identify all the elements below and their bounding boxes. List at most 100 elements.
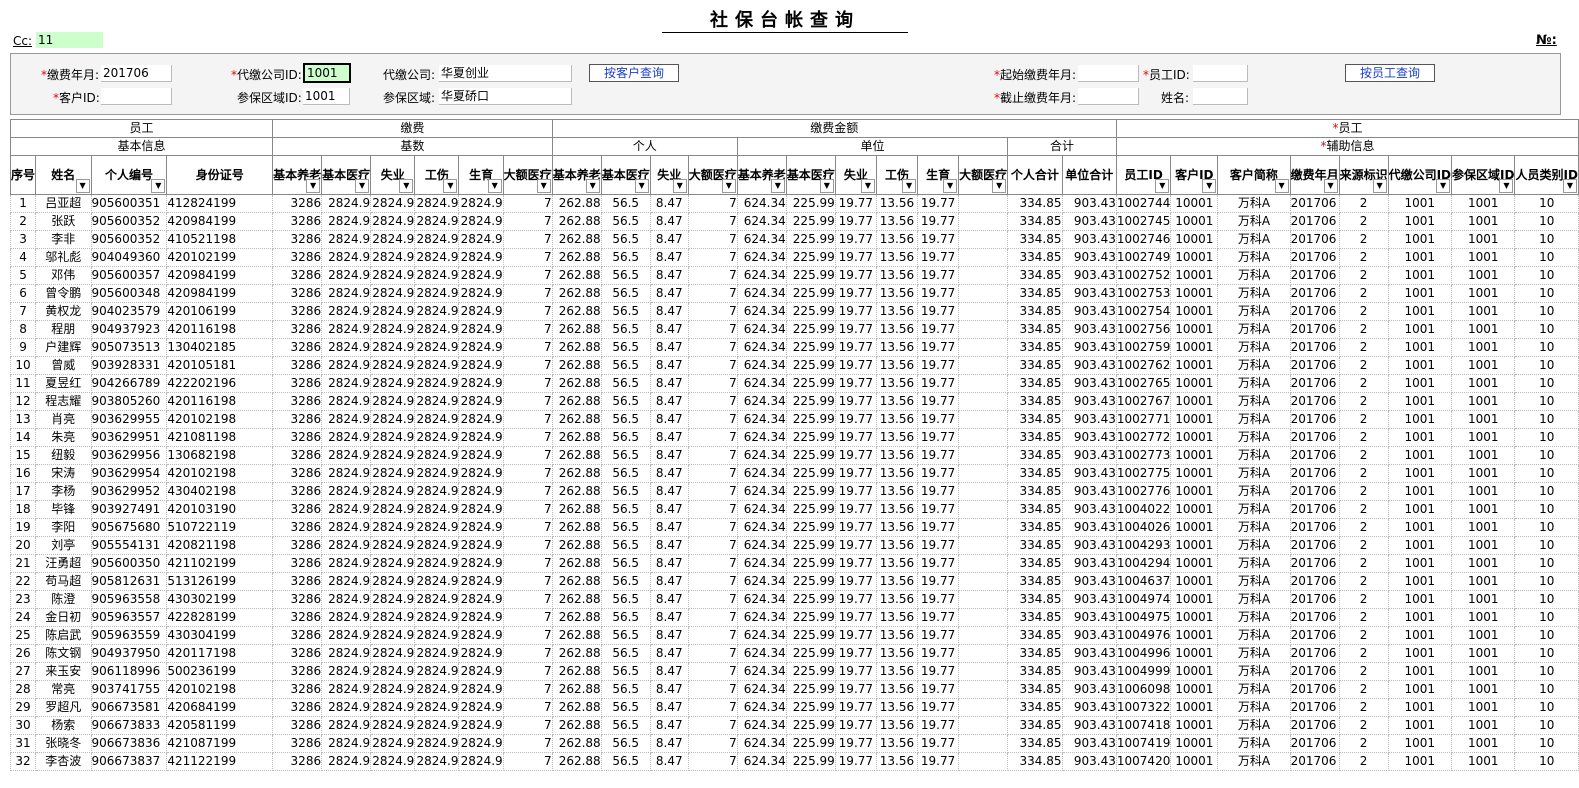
- agent-company-input[interactable]: 华夏创业: [439, 65, 572, 82]
- filter-dropdown-icon[interactable]: ▼: [355, 179, 370, 193]
- employee-id-input[interactable]: [1193, 65, 1248, 82]
- table-row[interactable]: 10 曾威 903928331 420105181 3286 2824.9 2824.9 28…: [9, 356, 1579, 375]
- table-row[interactable]: 28 常亮 903741755 420102198 3286 2824.9 2824.9 28…: [9, 680, 1579, 699]
- filter-dropdown-icon[interactable]: ▼: [902, 179, 917, 193]
- table-row[interactable]: 16 宋涛 903629954 420102198 3286 2824.9 2824.9 28…: [9, 464, 1579, 483]
- table-cell: 262.88: [551, 608, 602, 627]
- table-row[interactable]: 11 夏昱红 904266789 422202196 3286 2824.9 2824.9 2…: [9, 374, 1579, 393]
- column-header: 个人编号 ▼: [90, 155, 168, 195]
- table-cell: 10001: [1170, 590, 1219, 609]
- filter-dropdown-icon[interactable]: ▼: [721, 179, 736, 193]
- table-cell: 8.47: [649, 392, 689, 411]
- filter-dropdown-icon[interactable]: ▼: [536, 179, 551, 193]
- table-cell: 201706: [1289, 536, 1340, 555]
- table-row[interactable]: 15 纽毅 903629956 130682198 3286 2824.9 2824.9 28…: [9, 446, 1579, 465]
- table-cell: 21: [9, 554, 37, 573]
- table-row[interactable]: 3 李非 905600352 410521198 3286 2824.9 2824.9 282…: [9, 230, 1579, 249]
- table-row[interactable]: 8 程朋 904937923 420116198 3286 2824.9 2824.9 282…: [9, 320, 1579, 339]
- table-cell: 2: [1338, 464, 1389, 483]
- customer-id-input[interactable]: [101, 88, 172, 105]
- end-month-input[interactable]: [1078, 88, 1139, 105]
- table-row[interactable]: 27 来玉安 906118996 500236199 3286 2824.9 2824.9 2…: [9, 662, 1579, 681]
- filter-dropdown-icon[interactable]: ▼: [399, 179, 414, 193]
- table-row[interactable]: 21 汪勇超 905600350 421102199 3286 2824.9 2824.9 2…: [9, 554, 1579, 573]
- region-id-input[interactable]: 1001: [303, 88, 350, 105]
- group-unit: 单位: [736, 137, 1009, 156]
- table-row[interactable]: 31 张晓冬 906673836 421087199 3286 2824.9 2824.9 2…: [9, 734, 1579, 753]
- table-cell: 1002759: [1115, 338, 1172, 357]
- table-row[interactable]: 23 陈澄 905963558 430302199 3286 2824.9 2824.9 28…: [9, 590, 1579, 609]
- table-cell: 13.56: [875, 374, 919, 393]
- table-row[interactable]: 32 李杏波 906673837 421122199 3286 2824.9 2824.9 2…: [9, 752, 1579, 771]
- filter-dropdown-icon[interactable]: ▼: [860, 179, 875, 193]
- table-cell: 903629951: [90, 428, 168, 447]
- filter-dropdown-icon[interactable]: ▼: [1155, 179, 1170, 193]
- table-cell: 10: [1514, 392, 1579, 411]
- filter-dropdown-icon[interactable]: ▼: [1563, 179, 1577, 193]
- filter-dropdown-icon[interactable]: ▼: [487, 179, 502, 193]
- table-row[interactable]: 9 户建辉 905073513 130402185 3286 2824.9 2824.9 28…: [9, 338, 1579, 357]
- filter-dropdown-icon[interactable]: ▼: [819, 179, 834, 193]
- table-row[interactable]: 13 肖亮 903629955 420102198 3286 2824.9 2824.9 28…: [9, 410, 1579, 429]
- table-cell: [958, 392, 1009, 411]
- filter-dropdown-icon[interactable]: ▼: [306, 179, 321, 193]
- table-cell: 19.77: [834, 752, 877, 771]
- table-row[interactable]: 6 曾令鹏 905600348 420984199 3286 2824.9 2824.9 28…: [9, 284, 1579, 303]
- filter-dropdown-icon[interactable]: ▼: [443, 179, 458, 193]
- table-row[interactable]: 5 邓伟 905600357 420984199 3286 2824.9 2824.9 282…: [9, 266, 1579, 285]
- customer-query-button[interactable]: 按客户查询: [589, 64, 679, 82]
- table-row[interactable]: 20 刘亭 905554131 420821198 3286 2824.9 2824.9 28…: [9, 536, 1579, 555]
- table-row[interactable]: 30 杨索 906673833 420581199 3286 2824.9 2824.9 28…: [9, 716, 1579, 735]
- employee-query-button[interactable]: 按员工查询: [1345, 64, 1435, 82]
- start-month-input[interactable]: [1078, 65, 1139, 82]
- filter-dropdown-icon[interactable]: ▼: [1323, 179, 1338, 193]
- filter-dropdown-icon[interactable]: ▼: [634, 179, 649, 193]
- table-row[interactable]: 26 陈文钢 904937950 420117198 3286 2824.9 2824.9 2…: [9, 644, 1579, 663]
- table-cell: 29: [9, 698, 37, 717]
- table-cell: 412824199: [166, 194, 274, 213]
- table-cell: 8.47: [649, 536, 689, 555]
- pay-month-input[interactable]: 201706: [101, 65, 172, 82]
- table-cell: 225.99: [785, 338, 836, 357]
- filter-dropdown-icon[interactable]: ▼: [75, 179, 90, 193]
- region-input[interactable]: 华夏硚口: [439, 88, 572, 105]
- table-row[interactable]: 19 李阳 905675680 510722119 3286 2824.9 2824.9 28…: [9, 518, 1579, 537]
- filter-dropdown-icon[interactable]: ▼: [992, 179, 1007, 193]
- column-header: 失业 ▼: [370, 155, 416, 195]
- table-row[interactable]: 17 李杨 903629952 430402198 3286 2824.9 2824.9 28…: [9, 482, 1579, 501]
- table-cell: 7: [687, 518, 738, 537]
- table-row[interactable]: 22 苟马超 905812631 513126199 3286 2824.9 2824.9 2…: [9, 572, 1579, 591]
- table-cell: 19.77: [917, 734, 960, 753]
- table-cell: 19.77: [917, 590, 960, 609]
- table-row[interactable]: 25 陈启武 905963559 430304199 3286 2824.9 2824.9 2…: [9, 626, 1579, 645]
- table-row[interactable]: 14 朱亮 903629951 421081198 3286 2824.9 2824.9 28…: [9, 428, 1579, 447]
- table-cell: 420116198: [166, 320, 274, 339]
- table-row[interactable]: 18 毕锋 903927491 420103190 3286 2824.9 2824.9 28…: [9, 500, 1579, 519]
- table-cell: 10001: [1170, 392, 1219, 411]
- table-row[interactable]: 2 张跃 905600352 420984199 3286 2824.9 2824.9 282…: [9, 212, 1579, 231]
- table-row[interactable]: 24 金日初 905963557 422828199 3286 2824.9 2824.9 2…: [9, 608, 1579, 627]
- column-header-label: 姓名: [51, 168, 76, 182]
- filter-dropdown-icon[interactable]: ▼: [585, 179, 600, 193]
- filter-dropdown-icon[interactable]: ▼: [1436, 179, 1451, 193]
- filter-dropdown-icon[interactable]: ▼: [1202, 179, 1217, 193]
- table-cell: 1001: [1451, 572, 1516, 591]
- column-header: 缴费年月 ▼: [1289, 155, 1340, 195]
- filter-dropdown-icon[interactable]: ▼: [943, 179, 958, 193]
- table-cell: 430302199: [166, 590, 274, 609]
- table-row[interactable]: 29 罗超凡 906673581 420684199 3286 2824.9 2824.9 2…: [9, 698, 1579, 717]
- filter-dropdown-icon[interactable]: ▼: [770, 179, 785, 193]
- filter-dropdown-icon[interactable]: ▼: [151, 179, 166, 193]
- column-header-label: 个人合计: [1010, 168, 1059, 182]
- table-row[interactable]: 1 吕亚超 905600351 412824199 3286 2824.9 2824.9 28…: [9, 194, 1579, 213]
- filter-dropdown-icon[interactable]: ▼: [672, 179, 687, 193]
- filter-dropdown-icon[interactable]: ▼: [1274, 179, 1289, 193]
- cc-input[interactable]: 11: [36, 32, 103, 48]
- filter-dropdown-icon[interactable]: ▼: [1499, 179, 1514, 193]
- table-row[interactable]: 4 邬礼彪 904049360 420102199 3286 2824.9 2824.9 28…: [9, 248, 1579, 267]
- filter-dropdown-icon[interactable]: ▼: [1372, 179, 1387, 193]
- agent-company-id-input[interactable]: 1001: [303, 63, 351, 83]
- table-row[interactable]: 7 黄权龙 904023579 420106199 3286 2824.9 2824.9 28…: [9, 302, 1579, 321]
- table-row[interactable]: 12 程志耀 903805260 420116198 3286 2824.9 2824.9 2…: [9, 392, 1579, 411]
- name-input[interactable]: [1193, 88, 1248, 105]
